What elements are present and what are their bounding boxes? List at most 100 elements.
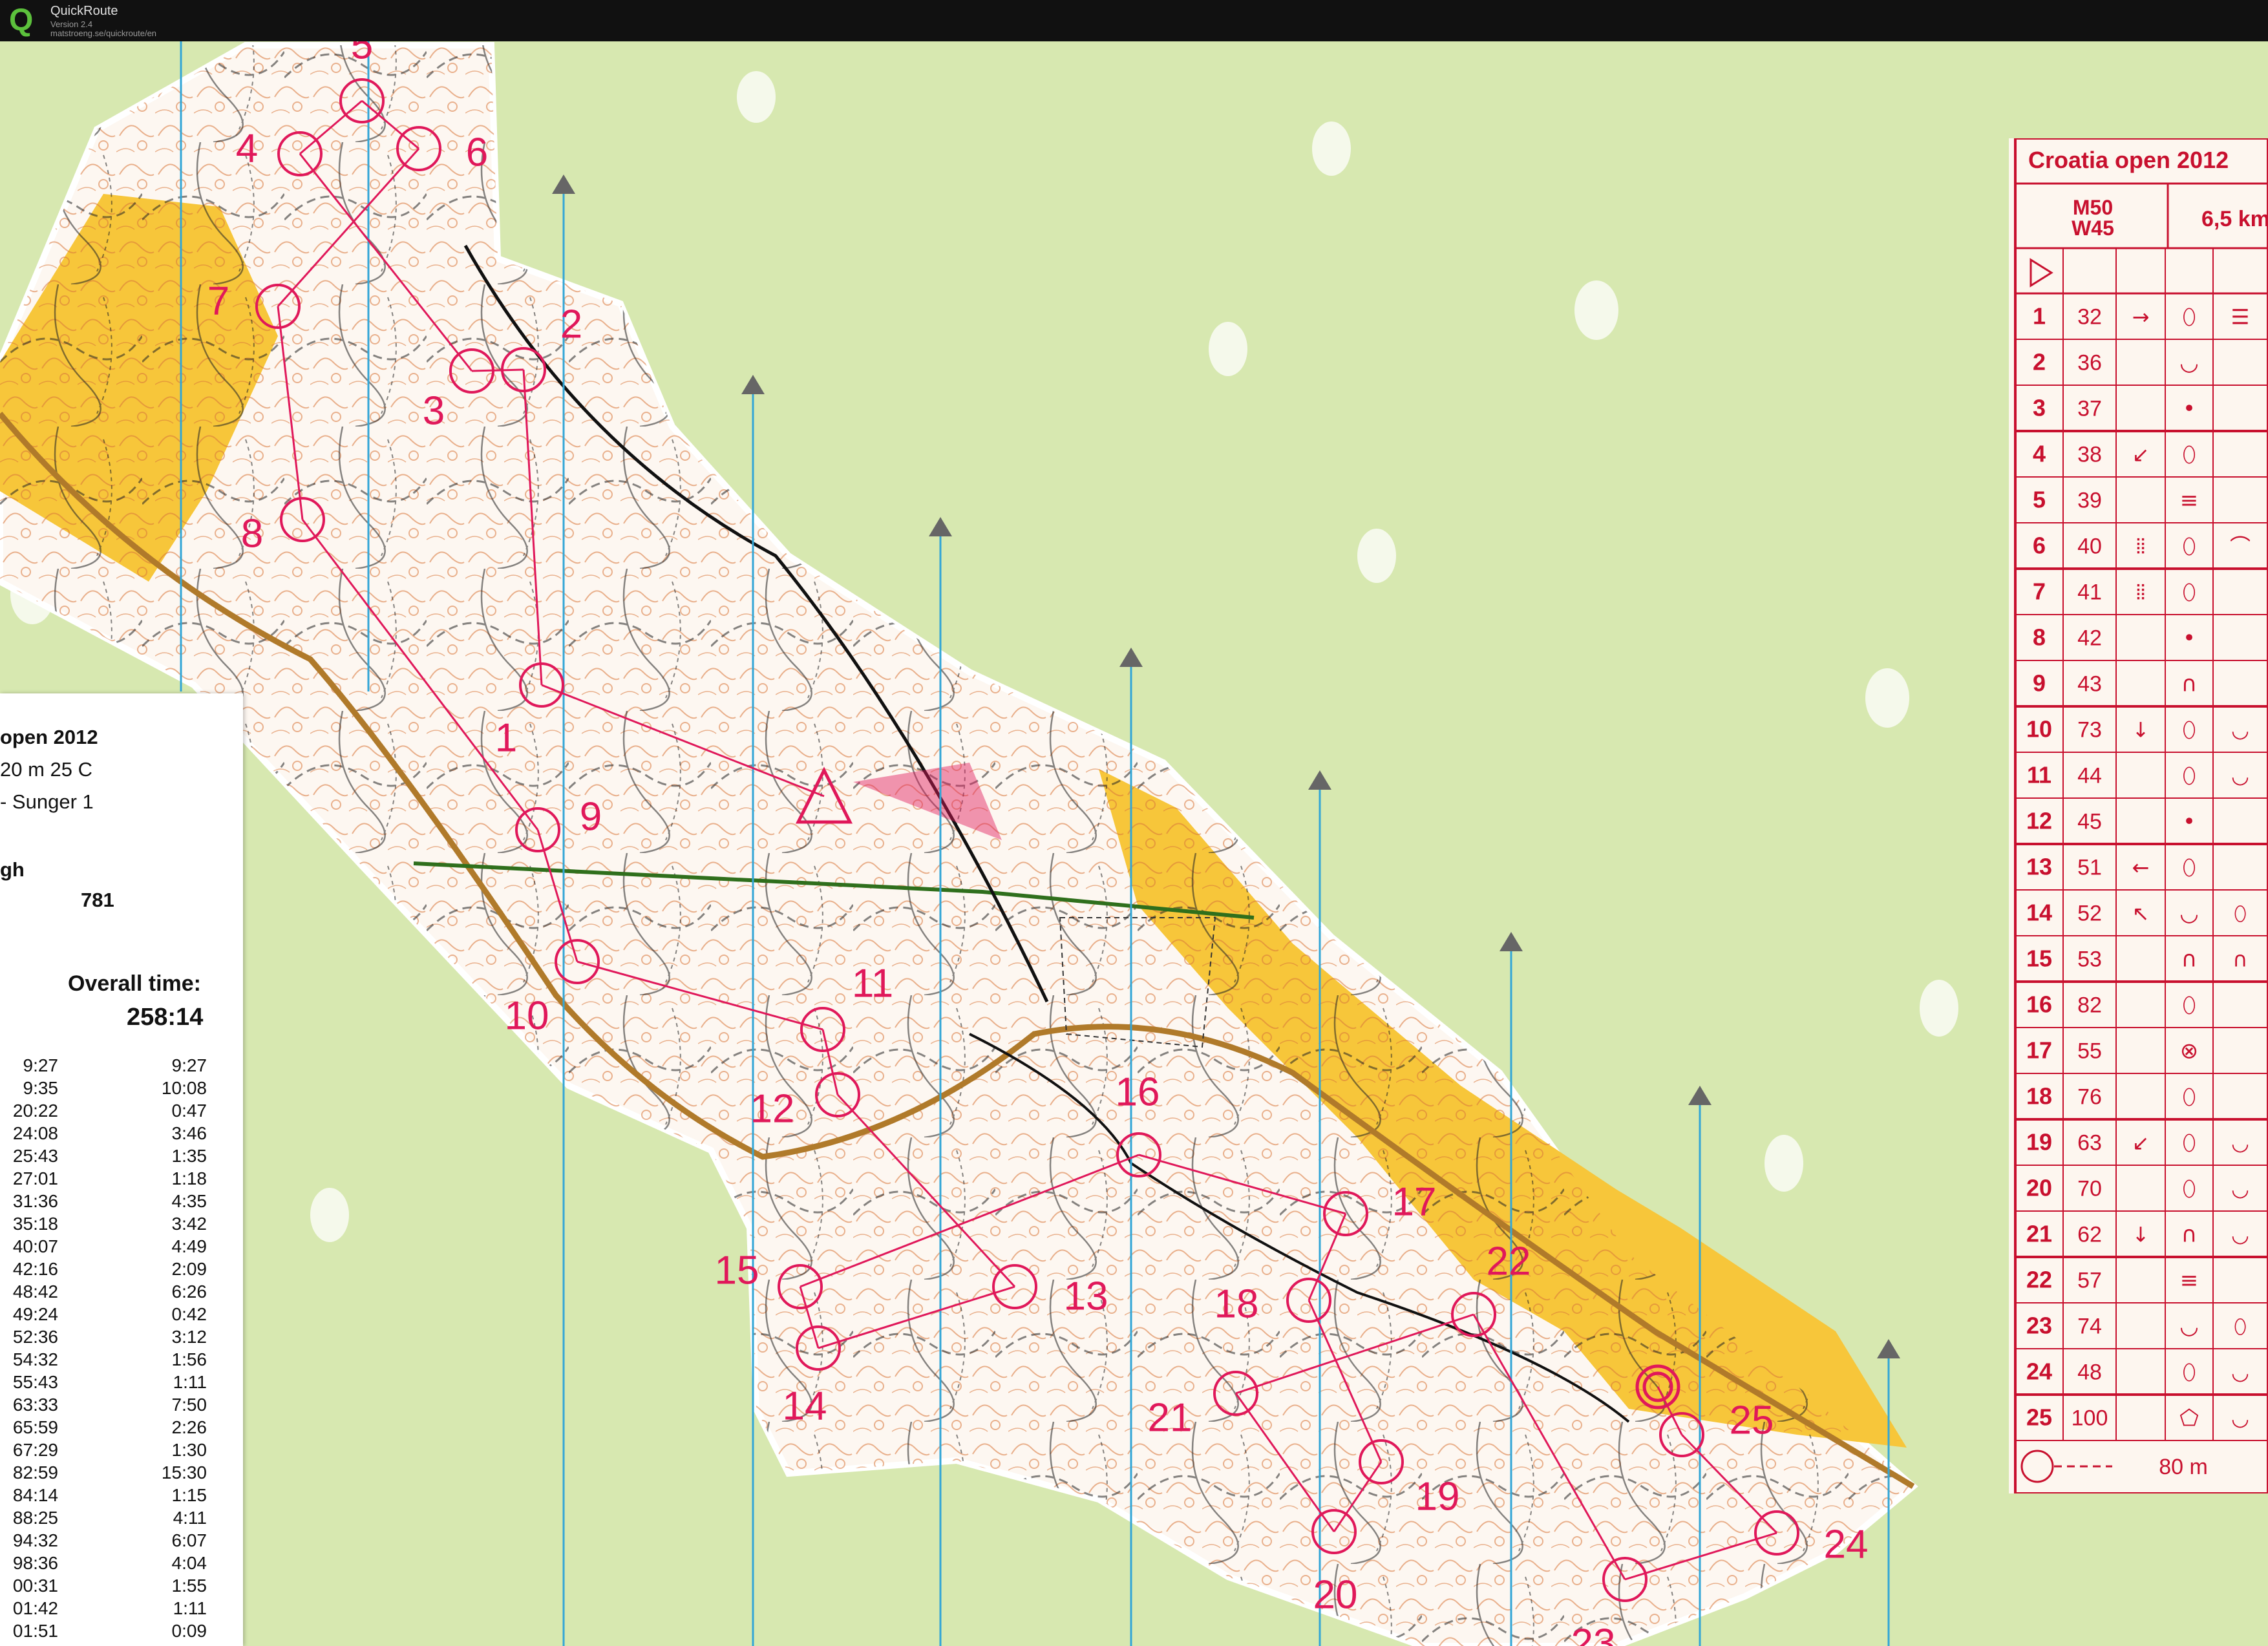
sheet-control-code: 36 (2077, 351, 2102, 375)
sheet-control-number: 9 (2033, 670, 2046, 697)
split-total-time: 52:36 (12, 1327, 58, 1347)
split-leg-time: 3:42 (171, 1214, 207, 1234)
split-leg-time: 1:18 (171, 1168, 207, 1188)
sheet-feature-symbol: ⬯ (2182, 1130, 2196, 1156)
control-number: 16 (1116, 1070, 1160, 1114)
split-leg-time: 4:04 (171, 1553, 207, 1573)
split-row: 01:51 0:09 (0, 1621, 243, 1643)
sheet-feature-symbol: • (2183, 396, 2196, 422)
split-total-time: 54:32 (12, 1349, 58, 1369)
control-description-sheet: Croatia open 2012M50W45 6,5 km1 32 → ⬯ ☰2 36 ◡3… (2009, 138, 2268, 1493)
split-total-time: 98:36 (12, 1553, 58, 1573)
sheet-control-number: 18 (2026, 1083, 2052, 1110)
sheet-extra-symbol: ☰ (2231, 305, 2250, 330)
sheet-feature-symbol: ⬯ (2182, 993, 2196, 1018)
split-leg-time: 4:11 (173, 1508, 207, 1528)
sheet-direction-symbol: → (2132, 305, 2150, 330)
runner-name: - Sunger 1 (0, 790, 94, 813)
sheet-feature-symbol: ∩ (2181, 1222, 2198, 1248)
control-number: 19 (1415, 1474, 1460, 1519)
sheet-control-number: 8 (2033, 624, 2046, 651)
sheet-direction-symbol: ↓ (2132, 1223, 2150, 1247)
sheet-control-code: 51 (2077, 856, 2102, 880)
quickroute-logo-icon: Q (9, 3, 34, 37)
sheet-feature-symbol: ≡ (2180, 1268, 2199, 1294)
sheet-control-code: 32 (2077, 305, 2102, 330)
split-row: 67:29 1:30 (0, 1440, 243, 1462)
split-total-time: 31:36 (12, 1191, 58, 1211)
split-row: 01:42 1:11 (0, 1598, 243, 1621)
length-value: 781 (81, 889, 114, 911)
app-url[interactable]: matstroeng.se/quickroute/en (50, 28, 156, 38)
sheet-class-line1: M50 (2073, 196, 2113, 219)
sheet-feature-symbol: ⬯ (2182, 855, 2196, 881)
sheet-feature-symbol: ◡ (2179, 350, 2199, 376)
route-info-panel: open 2012 20 m 25 C - Sunger 1 gh 781 Ov… (0, 693, 243, 1646)
control-number: 22 (1487, 1239, 1531, 1283)
control-number: 24 (1824, 1522, 1869, 1567)
split-row: 98:36 4:04 (0, 1553, 243, 1576)
sheet-control-number: 5 (2033, 487, 2046, 513)
sheet-feature-symbol: ⬯ (2182, 763, 2196, 789)
split-leg-time: 2:09 (171, 1259, 207, 1279)
sheet-extra-symbol: ⬯ (2234, 902, 2247, 926)
sheet-control-code: 70 (2077, 1177, 2102, 1201)
sheet-control-code: 40 (2077, 534, 2102, 559)
sheet-control-number: 19 (2026, 1129, 2052, 1155)
split-row: 49:24 0:42 (0, 1304, 243, 1327)
sheet-feature-symbol: ⊗ (2180, 1039, 2199, 1064)
sheet-control-code: 73 (2077, 718, 2102, 743)
sheet-feature-symbol: ⬯ (2182, 1176, 2196, 1202)
split-leg-time: 7:50 (171, 1395, 207, 1415)
split-total-time: 94:32 (12, 1530, 58, 1550)
window-titlebar: Q QuickRoute Version 2.4 matstroeng.se/q… (0, 0, 2268, 41)
split-leg-time: 9:27 (171, 1055, 207, 1075)
sheet-finish-distance: 80 m (2159, 1455, 2208, 1479)
control-number: 15 (715, 1248, 759, 1293)
split-leg-time: 4:35 (171, 1191, 207, 1211)
overall-time-value: 258:14 (127, 1004, 204, 1031)
split-total-time: 67:29 (12, 1440, 58, 1460)
split-total-time: 42:16 (12, 1259, 58, 1279)
sheet-control-number: 2 (2033, 349, 2046, 375)
split-total-time: 27:01 (12, 1168, 58, 1188)
sheet-control-number: 14 (2026, 900, 2052, 926)
course-climb-controls: 20 m 25 C (0, 758, 93, 781)
control-number: 13 (1064, 1274, 1108, 1318)
split-row: 84:14 1:15 (0, 1485, 243, 1508)
split-total-time: 25:43 (12, 1146, 58, 1166)
sheet-feature-symbol: ∩ (2181, 947, 2198, 973)
sheet-title: Croatia open 2012 (2028, 147, 2229, 173)
sheet-control-number: 25 (2026, 1404, 2052, 1431)
split-total-time: 88:25 (12, 1508, 58, 1528)
sheet-extra-symbol: ◡ (2231, 1131, 2249, 1155)
split-leg-time: 1:11 (173, 1598, 207, 1618)
sheet-control-code: 100 (2072, 1406, 2108, 1431)
orienteering-map[interactable]: 1234567891011121314151617181920212223242… (0, 41, 2268, 1646)
split-total-time: 01:51 (12, 1621, 58, 1641)
sheet-control-number: 23 (2026, 1313, 2052, 1339)
split-row: 63:33 7:50 (0, 1395, 243, 1417)
split-total-time: 82:59 (12, 1462, 58, 1482)
split-total-time: 84:14 (12, 1485, 58, 1505)
split-row: 20:22 0:47 (0, 1101, 243, 1123)
sheet-control-code: 57 (2077, 1269, 2102, 1293)
sheet-control-number: 6 (2033, 533, 2046, 559)
split-row: 9:27 9:27 (0, 1055, 243, 1078)
control-number: 8 (241, 511, 263, 556)
split-leg-time: 1:56 (171, 1349, 207, 1369)
sheet-direction-symbol: ↙ (2132, 443, 2150, 467)
sheet-control-number: 10 (2026, 716, 2052, 743)
sheet-control-code: 74 (2077, 1314, 2102, 1339)
sheet-control-code: 42 (2077, 626, 2102, 651)
sheet-control-code: 39 (2077, 489, 2102, 513)
split-total-time: 48:42 (12, 1282, 58, 1302)
split-row: 52:36 3:12 (0, 1327, 243, 1349)
split-row: 25:43 1:35 (0, 1146, 243, 1168)
sheet-direction-symbol: ⦙⦙ (2136, 580, 2145, 605)
split-leg-time: 15:30 (161, 1462, 207, 1482)
sheet-control-number: 7 (2033, 578, 2046, 605)
control-number: 12 (750, 1086, 795, 1131)
split-row: 9:35 10:08 (0, 1078, 243, 1101)
control-number: 11 (852, 961, 893, 1006)
